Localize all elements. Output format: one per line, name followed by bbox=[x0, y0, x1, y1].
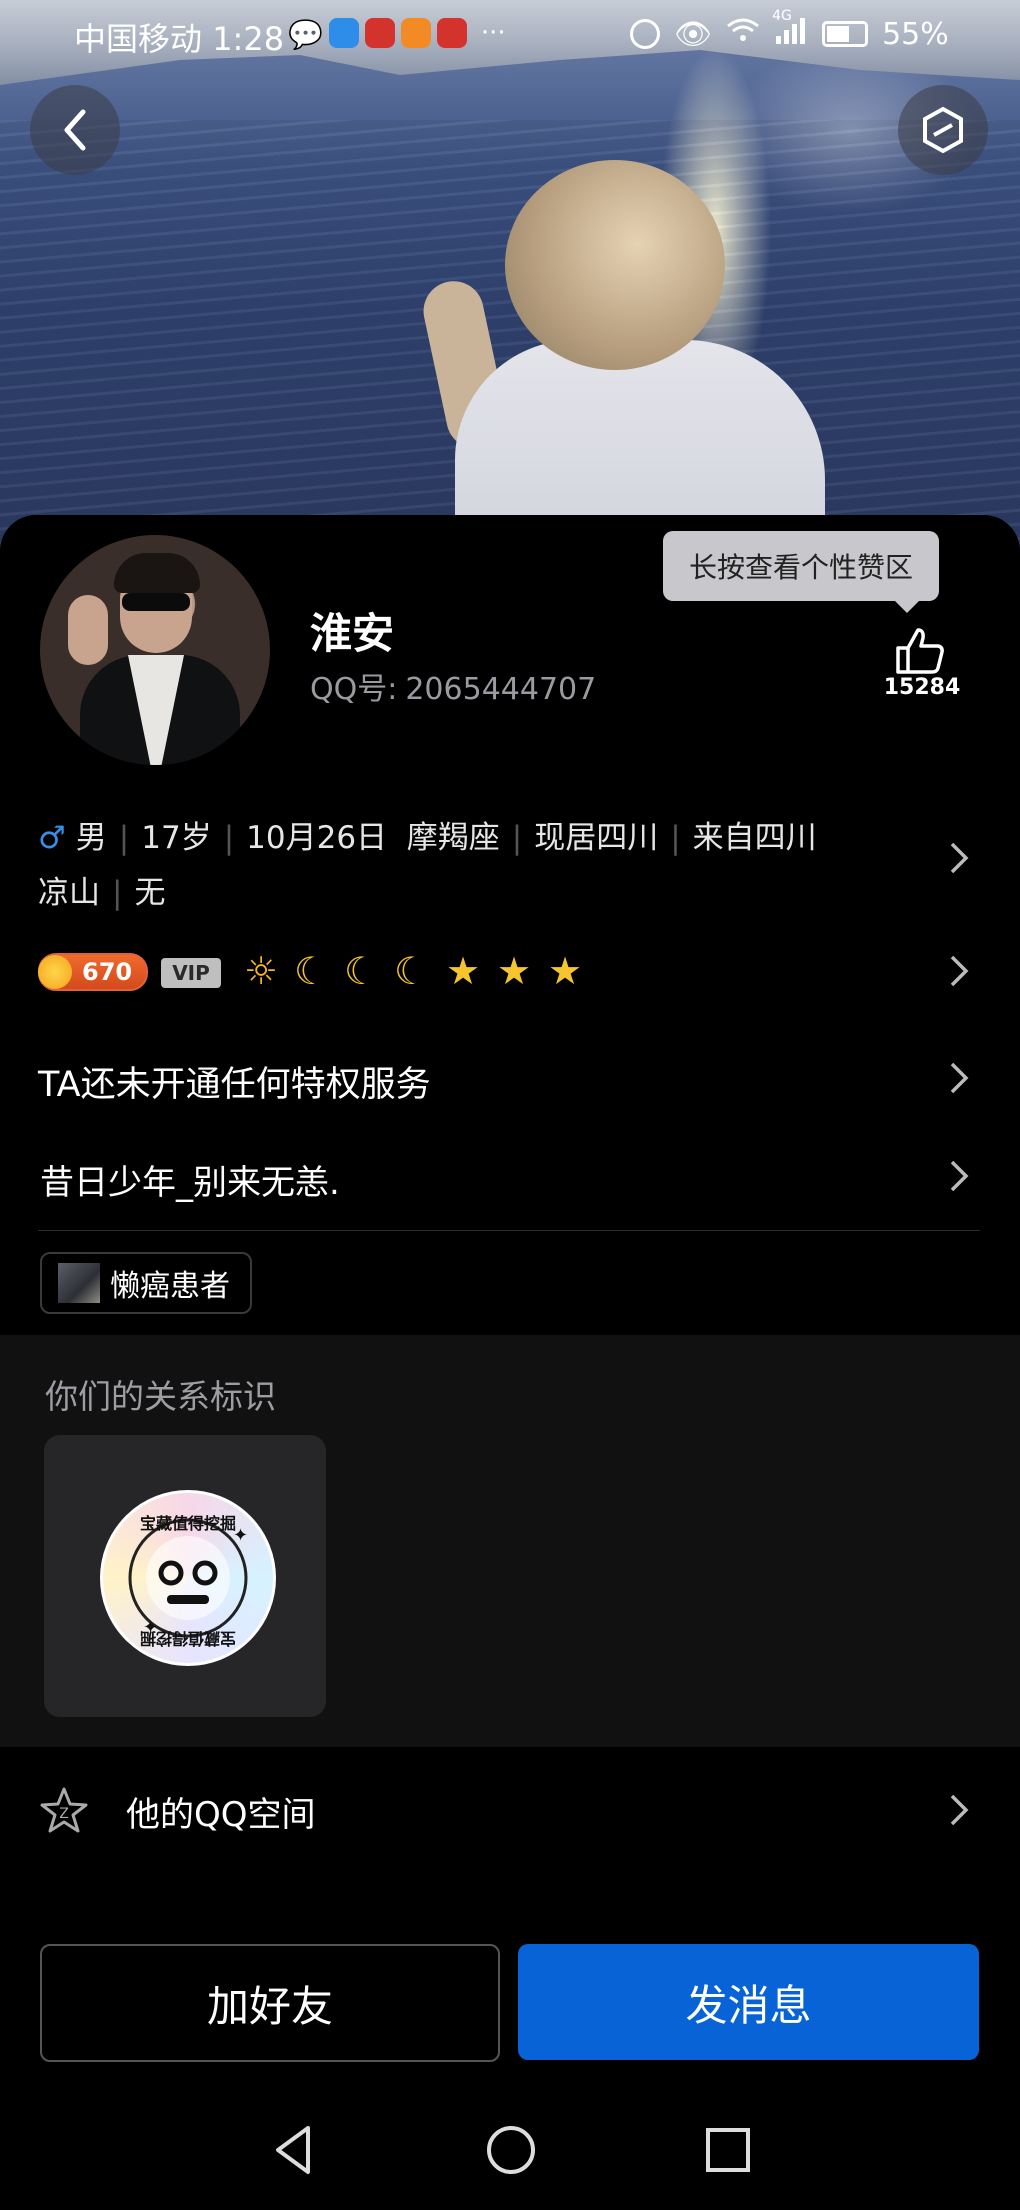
thumbs-up-icon[interactable] bbox=[892, 622, 948, 678]
back-button[interactable] bbox=[30, 85, 120, 175]
info-other: 无 bbox=[134, 875, 166, 911]
vip-badge[interactable]: VIP bbox=[161, 958, 221, 988]
wifi-icon bbox=[726, 16, 760, 52]
qq-number: 2065444707 bbox=[405, 672, 597, 707]
qq-number-row[interactable]: QQ号: 2065444707 bbox=[310, 664, 604, 708]
chevron-left-icon bbox=[64, 109, 86, 151]
data-saver-icon bbox=[630, 19, 660, 49]
chevron-right-icon[interactable] bbox=[944, 951, 974, 991]
eye-icon: 👁 bbox=[674, 16, 713, 52]
profile-info-row-2[interactable]: 凉山 | 无 bbox=[38, 867, 165, 912]
smiley-badge-icon: 宝藏值得挖掘 宝藏值得挖掘 ✦ ✦ bbox=[128, 1514, 248, 1648]
qzone-label: 他的QQ空间 bbox=[126, 1795, 316, 1835]
info-age: 17岁 bbox=[141, 820, 212, 856]
share-button[interactable] bbox=[898, 85, 988, 175]
chevron-right-icon[interactable] bbox=[944, 1058, 974, 1098]
privilege-row[interactable]: TA还未开通任何特权服务 bbox=[38, 1056, 431, 1107]
qzone-row[interactable]: Z 他的QQ空间 bbox=[0, 1765, 1020, 1855]
info-city: 凉山 bbox=[38, 875, 100, 911]
badge-text-top: 宝藏值得挖掘 bbox=[140, 1514, 236, 1533]
moon-icon: ☾ bbox=[393, 949, 429, 993]
info-hometown: 来自四川 bbox=[692, 820, 817, 856]
profile-info-row[interactable]: ♂ 男 | 17岁 | 10月26日 摩羯座 | 现居四川 | 来自四川 bbox=[38, 812, 817, 857]
avatar[interactable] bbox=[40, 535, 270, 765]
app-red-icon bbox=[364, 18, 395, 48]
relation-badge: 宝藏值得挖掘 宝藏值得挖掘 ✦ ✦ bbox=[100, 1490, 276, 1666]
status-time: 1:28 bbox=[212, 20, 285, 58]
chevron-right-icon[interactable] bbox=[944, 838, 974, 878]
battery-percent: 55% bbox=[882, 16, 949, 52]
like-tooltip: 长按查看个性赞区 bbox=[663, 531, 939, 613]
qq-label: QQ号: bbox=[310, 672, 398, 707]
star-icon: ★ bbox=[496, 949, 532, 993]
info-location: 现居四川 bbox=[534, 820, 659, 856]
signal-icon: 4G bbox=[772, 8, 808, 52]
wechat-icon: 💬 bbox=[288, 18, 323, 51]
relation-title: 你们的关系标识 bbox=[45, 1377, 276, 1416]
star-icon: ★ bbox=[547, 949, 583, 993]
battery-icon bbox=[822, 21, 869, 47]
add-friend-button[interactable]: 加好友 bbox=[40, 1944, 500, 2062]
moon-icon: ☾ bbox=[293, 949, 329, 993]
app-red-icon-2 bbox=[436, 18, 467, 48]
interest-tag[interactable]: 懒癌患者 bbox=[40, 1252, 252, 1314]
carrier-text: 中国移动 bbox=[74, 20, 203, 58]
like-count: 15284 bbox=[883, 675, 961, 700]
network-type: 4G bbox=[772, 8, 792, 24]
info-birthday: 10月26日 摩羯座 bbox=[246, 820, 500, 856]
browser-icon bbox=[328, 18, 359, 48]
level-number: 670 bbox=[82, 958, 133, 986]
qq-level-badge[interactable]: 670 bbox=[38, 953, 148, 991]
sparkle-icon: ✦ bbox=[143, 1617, 158, 1638]
chevron-right-icon[interactable] bbox=[944, 1156, 974, 1196]
star-qzone-icon: Z bbox=[40, 1787, 88, 1833]
nav-recents-icon[interactable] bbox=[701, 2120, 755, 2180]
more-notifications: ··· bbox=[480, 18, 506, 48]
cover-photo[interactable] bbox=[0, 0, 1020, 560]
sun-level-icon bbox=[38, 955, 72, 989]
nav-back-icon[interactable] bbox=[268, 2120, 318, 2180]
chevron-right-icon bbox=[950, 1794, 969, 1826]
system-icons: 👁 4G 55% bbox=[630, 8, 949, 52]
tag-label: 懒癌患者 bbox=[110, 1269, 230, 1304]
video-icon bbox=[400, 18, 431, 48]
divider bbox=[38, 1230, 980, 1231]
sun-icon: ☼ bbox=[243, 949, 279, 993]
svg-text:Z: Z bbox=[59, 1806, 69, 1822]
signature-row[interactable]: 昔日少年_别来无恙. bbox=[40, 1155, 340, 1204]
send-message-button[interactable]: 发消息 bbox=[518, 1944, 979, 2060]
nav-home-icon[interactable] bbox=[484, 2120, 538, 2180]
notification-icons: 💬 ··· bbox=[288, 18, 506, 51]
moon-icon: ☾ bbox=[343, 949, 379, 993]
star-icon: ★ bbox=[445, 949, 481, 993]
status-carrier: 中国移动 1:28 bbox=[74, 14, 284, 60]
sparkle-icon: ✦ bbox=[233, 1525, 248, 1546]
male-icon: ♂ bbox=[38, 820, 66, 856]
cover-person-head bbox=[505, 160, 725, 370]
hexagon-share-icon bbox=[923, 106, 963, 154]
nickname: 淮安 bbox=[310, 609, 395, 658]
info-gender: 男 bbox=[75, 820, 107, 856]
tag-thumbnail bbox=[58, 1263, 100, 1303]
